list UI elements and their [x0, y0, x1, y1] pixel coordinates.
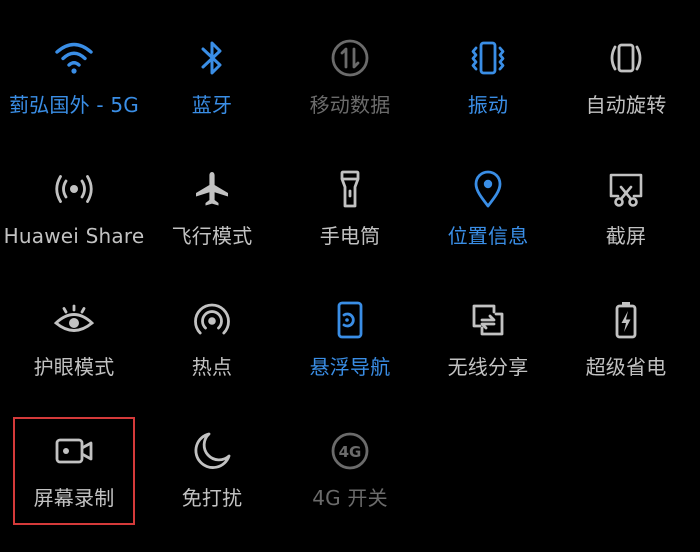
tile-label: 振动 — [467, 93, 509, 117]
tile-label: 悬浮导航 — [309, 355, 391, 379]
wireless-share-icon — [466, 298, 510, 342]
tile-label: 菿弘国外 - 5G — [9, 93, 139, 117]
tile-airplane[interactable]: 飞行模式 — [143, 159, 281, 290]
airplane-icon — [190, 167, 234, 211]
tile-battery-saver[interactable]: 超级省电 — [557, 290, 695, 421]
huawei-share-icon — [52, 167, 96, 211]
tile-location[interactable]: 位置信息 — [419, 159, 557, 290]
tile-wireless-share[interactable]: 无线分享 — [419, 290, 557, 421]
tile-label: 截屏 — [605, 224, 647, 248]
tile-label: 屏幕录制 — [33, 486, 115, 510]
auto-rotate-icon — [604, 36, 648, 80]
tile-label: 热点 — [191, 355, 233, 379]
tile-label: 超级省电 — [585, 355, 667, 379]
tile-flashlight[interactable]: 手电筒 — [281, 159, 419, 290]
vibrate-icon — [466, 36, 510, 80]
tile-4g[interactable]: 4G 4G 开关 — [281, 421, 419, 552]
tile-wifi[interactable]: 菿弘国外 - 5G — [5, 28, 143, 159]
tile-floating-nav[interactable]: 悬浮导航 — [281, 290, 419, 421]
tile-label: 蓝牙 — [191, 93, 233, 117]
tile-label: 自动旋转 — [585, 93, 667, 117]
quick-settings-grid: 菿弘国外 - 5G 蓝牙 移动数据 振动 自动旋转 Huawei Share 飞… — [3, 28, 695, 552]
bluetooth-icon — [190, 36, 234, 80]
tile-vibrate[interactable]: 振动 — [419, 28, 557, 159]
tile-hotspot[interactable]: 热点 — [143, 290, 281, 421]
battery-saver-icon — [604, 298, 648, 342]
moon-icon — [190, 429, 234, 473]
svg-text:4G: 4G — [339, 443, 362, 461]
tile-eye-comfort[interactable]: 护眼模式 — [5, 290, 143, 421]
eye-comfort-icon — [52, 298, 96, 342]
tile-label: 4G 开关 — [312, 486, 388, 510]
tile-label: 无线分享 — [447, 355, 529, 379]
mobile-data-icon — [328, 36, 372, 80]
tile-label: 护眼模式 — [33, 355, 115, 379]
tile-mobile-data[interactable]: 移动数据 — [281, 28, 419, 159]
wifi-icon — [52, 36, 96, 80]
tile-label: Huawei Share — [3, 224, 145, 248]
location-icon — [466, 167, 510, 211]
4g-icon: 4G — [328, 429, 372, 473]
tile-label: 免打扰 — [181, 486, 243, 510]
floating-nav-icon — [328, 298, 372, 342]
tile-label: 位置信息 — [447, 224, 529, 248]
tile-screen-record[interactable]: 屏幕录制 — [5, 421, 143, 552]
tile-bluetooth[interactable]: 蓝牙 — [143, 28, 281, 159]
flashlight-icon — [328, 167, 372, 211]
tile-screenshot[interactable]: 截屏 — [557, 159, 695, 290]
tile-label: 移动数据 — [309, 93, 391, 117]
hotspot-icon — [190, 298, 234, 342]
tile-label: 飞行模式 — [171, 224, 253, 248]
tile-auto-rotate[interactable]: 自动旋转 — [557, 28, 695, 159]
screen-record-icon — [52, 429, 96, 473]
screenshot-icon — [604, 167, 648, 211]
tile-do-not-disturb[interactable]: 免打扰 — [143, 421, 281, 552]
tile-huawei-share[interactable]: Huawei Share — [3, 159, 145, 290]
tile-label: 手电筒 — [319, 224, 381, 248]
